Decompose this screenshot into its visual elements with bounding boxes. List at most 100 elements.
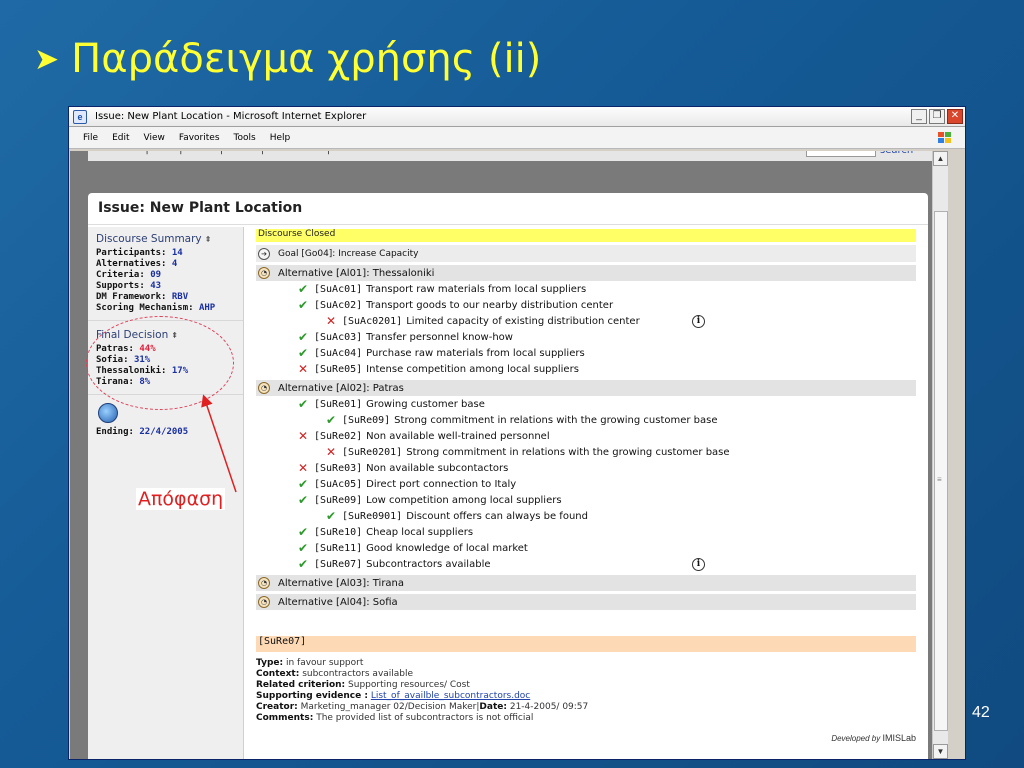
decision-highlight-ellipse (86, 316, 234, 410)
menu-item-tools[interactable]: Tools (234, 133, 256, 143)
summary-item: Alternatives: 4 (96, 259, 178, 269)
ie-app-icon: e (73, 109, 87, 124)
scroll-grip-icon: ≡ (937, 475, 942, 484)
issue-page: Issue: New Plant Location Discourse Summ… (88, 193, 928, 759)
windows-flag-icon (937, 131, 953, 145)
discourse-summary: Discourse Summary ⇞ Participants: 14 Alter… (88, 227, 243, 321)
close-button[interactable]: ✕ (947, 109, 963, 124)
check-icon: ✔ (298, 541, 309, 555)
summary-item: Participants: 14 (96, 248, 183, 258)
info-icon[interactable]: i (692, 314, 705, 328)
alternative-icon: ◔ (258, 267, 270, 279)
discourse-tree: Discourse Closed ➔ Goal [Go04]: Increase… (256, 229, 916, 724)
scroll-down-icon[interactable]: ▼ (933, 744, 948, 759)
summary-item: Supports: 43 (96, 281, 162, 291)
argument-row[interactable]: ✔ [SuRe0901] Discount offers can always be… (256, 508, 916, 524)
alternative-row[interactable]: ◔ Alternative [Al04]: Sofia (256, 594, 916, 610)
restore-button[interactable]: ❐ (929, 109, 945, 124)
argument-row[interactable]: ✕ [SuRe05] Intense competition among local… (256, 361, 916, 377)
imislab-brand: IMISLab (882, 733, 916, 743)
discourse-closed-banner: Discourse Closed (256, 229, 916, 242)
menu-item-edit[interactable]: Edit (112, 133, 129, 143)
developed-by: Developed by IMISLab (831, 733, 916, 743)
detail-evidence[interactable]: Supporting evidence : List_of_availble_s… (256, 691, 916, 702)
top-nav-strip: ─────── | ─── | ──── | ──── | ─── ──── |… (88, 151, 948, 161)
check-icon: ✔ (298, 493, 309, 507)
cross-icon: ✕ (326, 445, 337, 459)
argument-row[interactable]: ✕ [SuRe02] Non available well-trained pers… (256, 428, 916, 444)
detail-type: Type: in favour support (256, 658, 364, 668)
page-title: Issue: New Plant Location (88, 193, 928, 225)
summary-item: DM Framework: RBV (96, 292, 189, 302)
globe-icon (98, 403, 118, 423)
cross-icon: ✕ (298, 362, 309, 376)
argument-row[interactable]: ✔ [SuAc04] Purchase raw materials from loc… (256, 345, 916, 361)
argument-row[interactable]: ✔ [SuAc02] Transport goods to our nearby d… (256, 297, 916, 313)
browser-window: e Issue: New Plant Location - Microsoft … (68, 106, 966, 760)
alternative-row[interactable]: ◔ Alternative [Al02]: Patras (256, 380, 916, 396)
search-input[interactable] (806, 151, 876, 157)
argument-row[interactable]: ✔ [SuAc01] Transport raw materials from lo… (256, 281, 916, 297)
argument-row[interactable]: ✔ [SuAc03] Transfer personnel know-how (256, 329, 916, 345)
argument-row[interactable]: ✕ [SuRe0201] Strong commitment in relation… (256, 444, 916, 460)
menu-item-help[interactable]: Help (270, 133, 291, 143)
detail-criterion: Related criterion: Supporting resources/… (256, 680, 470, 690)
collapse-up-icon[interactable]: ⇞ (205, 235, 212, 244)
cross-icon: ✕ (298, 461, 309, 475)
search-link[interactable]: search (880, 151, 913, 156)
cross-icon: ✕ (326, 314, 337, 328)
argument-row[interactable]: ✕ [SuAc0201] Limited capacity of existing … (256, 313, 916, 329)
alternative-row[interactable]: ◔ Alternative [Al01]: Thessaloniki (256, 265, 916, 281)
goal-row[interactable]: ➔ Goal [Go04]: Increase Capacity (256, 245, 916, 262)
menu-item-favorites[interactable]: Favorites (179, 133, 220, 143)
argument-row[interactable]: ✔ [SuRe11] Good knowledge of local market (256, 540, 916, 556)
slide-title-text: Παράδειγμα χρήσης (ii) (71, 36, 542, 82)
page-number: 42 (972, 704, 990, 721)
argument-row[interactable]: ✔ [SuRe01] Growing customer base (256, 396, 916, 412)
check-icon: ✔ (298, 330, 309, 344)
check-icon: ✔ (298, 298, 309, 312)
scroll-up-icon[interactable]: ▲ (933, 151, 948, 166)
window-title: Issue: New Plant Location - Microsoft In… (95, 111, 367, 122)
menu-item-file[interactable]: File (83, 133, 98, 143)
window-titlebar[interactable]: e Issue: New Plant Location - Microsoft … (69, 107, 965, 127)
browser-viewport: ─────── | ─── | ──── | ──── | ─── ──── |… (70, 151, 948, 759)
ending-date: Ending: 22/4/2005 (96, 427, 189, 437)
argument-row[interactable]: ✔ [SuRe09] Low competition among local sup… (256, 492, 916, 508)
nav-tabs-cropped: ─────── | ─── | ──── | ──── | ─── ──── |… (92, 151, 382, 155)
argument-row[interactable]: ✕ [SuRe03] Non available subcontactors (256, 460, 916, 476)
scroll-thumb[interactable] (934, 211, 948, 731)
check-icon: ✔ (298, 346, 309, 360)
check-icon: ✔ (298, 477, 309, 491)
annotation-label: Απόφαση (136, 488, 226, 510)
check-icon: ✔ (298, 525, 309, 539)
alternative-row[interactable]: ◔ Alternative [Al03]: Tirana (256, 575, 916, 591)
goal-arrow-icon: ➔ (258, 247, 270, 260)
argument-row[interactable]: ✔ [SuRe09] Strong commitment in relations … (256, 412, 916, 428)
minimize-button[interactable]: _ (911, 109, 927, 124)
argument-row[interactable]: ✔ [SuRe07] Subcontractors available i (256, 556, 916, 572)
slide-title: ➤ Παράδειγμα χρήσης (ii) (34, 36, 541, 82)
summary-item: Criteria: 09 (96, 270, 162, 280)
alternative-icon: ◔ (258, 596, 270, 608)
check-icon: ✔ (298, 557, 309, 571)
check-icon: ✔ (298, 282, 309, 296)
vertical-scrollbar[interactable]: ▲ ≡ ▼ (932, 151, 948, 759)
detail-context: Context: subcontractors available (256, 669, 414, 679)
detail-creator: Creator: Marketing_manager 02/Decision M… (256, 702, 589, 712)
cross-icon: ✕ (298, 429, 309, 443)
check-icon: ✔ (298, 397, 309, 411)
detail-header: [SuRe07] (256, 636, 916, 652)
alternative-icon: ◔ (258, 382, 270, 394)
menu-bar: File Edit View Favorites Tools Help (69, 127, 965, 149)
info-icon[interactable]: i (692, 557, 705, 571)
check-icon: ✔ (326, 413, 337, 427)
bullet-arrow-icon: ➤ (34, 41, 60, 77)
discourse-summary-title[interactable]: Discourse Summary ⇞ (96, 233, 235, 245)
check-icon: ✔ (326, 509, 337, 523)
argument-row[interactable]: ✔ [SuRe10] Cheap local suppliers (256, 524, 916, 540)
argument-row[interactable]: ✔ [SuAc05] Direct port connection to Italy (256, 476, 916, 492)
menu-item-view[interactable]: View (144, 133, 165, 143)
summary-item: Scoring Mechanism: AHP (96, 303, 216, 313)
detail-comments: Comments: The provided list of subcontra… (256, 713, 534, 723)
